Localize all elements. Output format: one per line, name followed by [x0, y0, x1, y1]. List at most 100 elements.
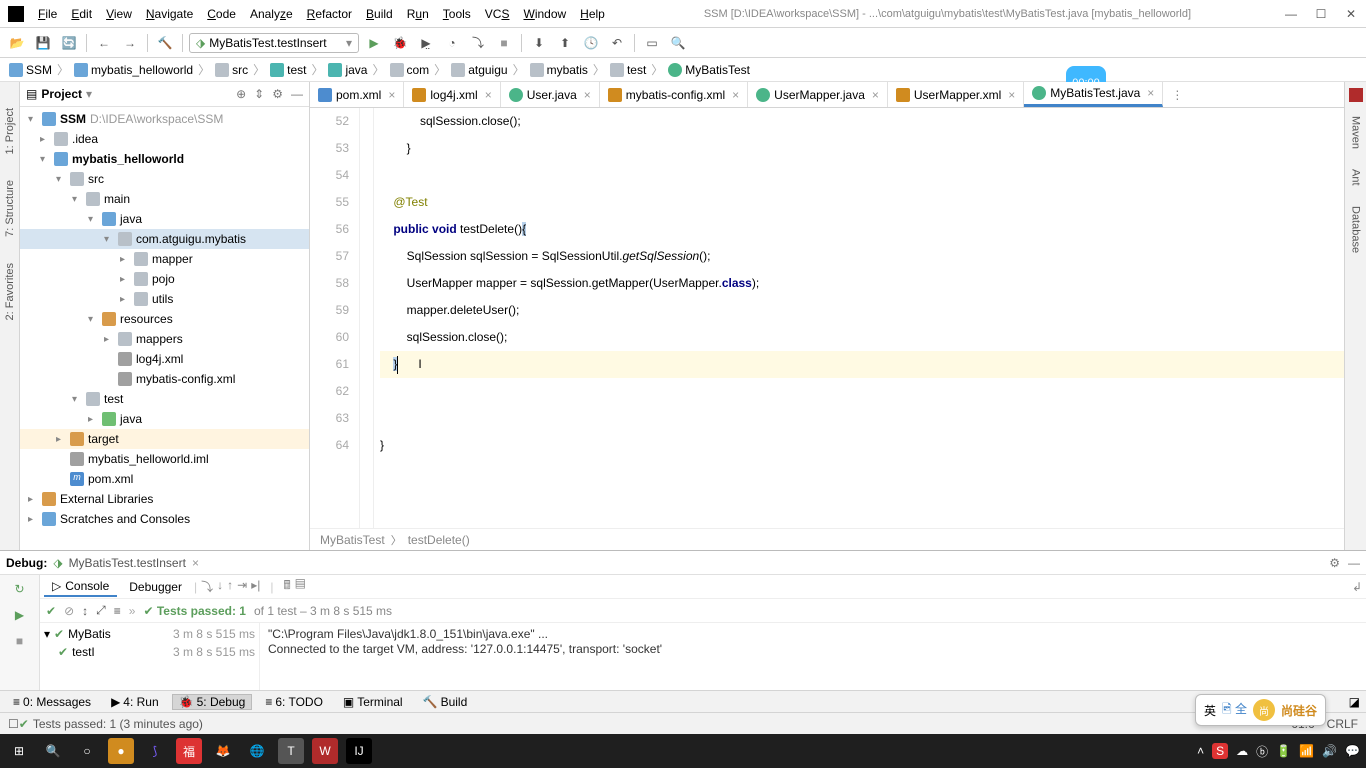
code-editor[interactable]: 52535455565758596061626364 sqlSession.cl…	[310, 108, 1344, 528]
menu-refactor[interactable]: Refactor	[301, 5, 358, 23]
close-icon[interactable]: ×	[485, 88, 492, 102]
tray-wifi-icon[interactable]: 📶	[1299, 744, 1314, 758]
tab-mybatistest[interactable]: MyBatisTest.java×	[1024, 82, 1163, 107]
btab-run[interactable]: ▶ 4: Run	[104, 694, 166, 710]
trace-icon[interactable]: ▤	[295, 576, 306, 597]
tab-mybatis-cfg[interactable]: mybatis-config.xml×	[600, 82, 748, 107]
close-icon[interactable]: ×	[732, 88, 739, 102]
hide-icon[interactable]: —	[291, 87, 303, 101]
tab-pom[interactable]: pom.xml×	[310, 82, 404, 107]
menu-view[interactable]: View	[100, 5, 138, 23]
btab-debug[interactable]: 🐞 5: Debug	[172, 694, 253, 710]
menu-navigate[interactable]: Navigate	[140, 5, 199, 23]
btab-build[interactable]: 🔨 Build	[416, 694, 475, 710]
vcs-commit-icon[interactable]: ⬆	[554, 32, 576, 54]
system-tray[interactable]: ˄ S ☁ ⓑ 🔋 📶 🔊 💬	[1197, 743, 1360, 760]
debug-tab-console[interactable]: ▷ Console	[44, 577, 117, 597]
crumb-test[interactable]: test	[267, 62, 309, 78]
wps-icon[interactable]: W	[312, 738, 338, 764]
menu-run[interactable]: Run	[401, 5, 435, 23]
maximize-button[interactable]: ☐	[1314, 7, 1328, 21]
run-config-select[interactable]: ⬗ MyBatisTest.testInsert ▾	[189, 33, 359, 53]
close-icon[interactable]: ×	[1008, 88, 1015, 102]
collapse-icon[interactable]: ⇕	[254, 87, 264, 101]
crumb-class[interactable]: MyBatisTest	[665, 62, 753, 78]
tray-volume-icon[interactable]: 🔊	[1322, 744, 1337, 758]
vcs-history-icon[interactable]: 🕓	[580, 32, 602, 54]
menu-code[interactable]: Code	[201, 5, 242, 23]
run-icon[interactable]: ▶	[363, 32, 385, 54]
crumb-atguigu[interactable]: atguigu	[448, 62, 510, 78]
resume-icon[interactable]: ▶	[10, 605, 30, 625]
fold-column[interactable]	[360, 108, 374, 528]
tabs-overflow-icon[interactable]: ⋮	[1163, 82, 1191, 107]
attach-icon[interactable]: ⤵	[467, 32, 489, 54]
close-icon[interactable]: ×	[388, 88, 395, 102]
crumb-ssm[interactable]: SSM	[6, 62, 55, 78]
search-icon[interactable]: 🔍	[667, 32, 689, 54]
tray-bt-icon[interactable]: ⓑ	[1256, 743, 1268, 760]
menu-help[interactable]: Help	[574, 5, 611, 23]
settings-icon[interactable]: ⚙	[272, 87, 283, 101]
back-icon[interactable]: ←	[93, 32, 115, 54]
eval-icon[interactable]: 🖩	[283, 576, 290, 597]
tray-cloud-icon[interactable]: ☁	[1236, 744, 1248, 758]
refresh-icon[interactable]: 🔄	[58, 32, 80, 54]
menu-tools[interactable]: Tools	[437, 5, 477, 23]
menu-build[interactable]: Build	[360, 5, 399, 23]
tray-up-icon[interactable]: ˄	[1197, 744, 1204, 758]
close-icon[interactable]: ×	[584, 88, 591, 102]
tab-maven[interactable]: Maven	[1348, 110, 1364, 155]
tab-project[interactable]: 1: Project	[2, 102, 18, 160]
close-icon[interactable]: ×	[872, 88, 879, 102]
app-icon[interactable]: ●	[108, 738, 134, 764]
idea-icon[interactable]: IJ	[346, 738, 372, 764]
test-tree[interactable]: ▾✔MyBatis3 m 8 s 515 ms ✔testI3 m 8 s 51…	[40, 623, 260, 690]
tab-log4j[interactable]: log4j.xml×	[404, 82, 500, 107]
ime-popup[interactable]: 英 🖻 全 尚 尚硅谷	[1195, 694, 1326, 726]
build-icon[interactable]: 🔨	[154, 32, 176, 54]
crumb-test2[interactable]: test	[607, 62, 649, 78]
chrome-icon[interactable]: 🌐	[244, 738, 270, 764]
maven-icon[interactable]	[1349, 88, 1363, 102]
rerun-icon[interactable]: ↻	[10, 579, 30, 599]
run-to-cursor-icon[interactable]: ▸|	[251, 578, 260, 595]
tab-usermapper-xml[interactable]: UserMapper.xml×	[888, 82, 1024, 107]
tab-database[interactable]: Database	[1348, 200, 1364, 259]
tray-battery-icon[interactable]: 🔋	[1276, 744, 1291, 758]
tray-notif-icon[interactable]: 💬	[1345, 744, 1360, 758]
coverage-icon[interactable]: ▶̤	[415, 32, 437, 54]
menu-vcs[interactable]: VCS	[479, 5, 516, 23]
app-icon[interactable]: T	[278, 738, 304, 764]
open-icon[interactable]: 📂	[6, 32, 28, 54]
project-tree[interactable]: ▾SSM D:\IDEA\workspace\SSM ▸.idea ▾mybat…	[20, 107, 309, 550]
event-log-icon[interactable]: ◪	[1349, 695, 1360, 709]
cortana-icon[interactable]: ○	[74, 738, 100, 764]
step-force-icon[interactable]: ⇥	[237, 578, 247, 595]
btab-terminal[interactable]: ▣ Terminal	[336, 694, 410, 710]
debug-icon[interactable]: 🐞	[389, 32, 411, 54]
btab-messages[interactable]: ≡ 0: Messages	[6, 694, 98, 710]
app-icon[interactable]: 福	[176, 738, 202, 764]
expand-icon[interactable]: ⤢	[96, 603, 106, 618]
step-over-icon[interactable]: ⤵	[201, 578, 213, 595]
forward-icon[interactable]: →	[119, 32, 141, 54]
step-out-icon[interactable]: ↑	[227, 578, 233, 595]
tab-user[interactable]: User.java×	[501, 82, 600, 107]
save-icon[interactable]: 💾	[32, 32, 54, 54]
layout-icon[interactable]: ▭	[641, 32, 663, 54]
soft-wrap-icon[interactable]: ↲	[1352, 580, 1362, 594]
code-content[interactable]: sqlSession.close(); } @Test public void …	[374, 108, 1344, 528]
menu-file[interactable]: File	[32, 5, 63, 23]
menu-window[interactable]: Window	[517, 5, 572, 23]
debug-settings-icon[interactable]: ⚙	[1329, 556, 1340, 570]
tray-s-icon[interactable]: S	[1212, 743, 1228, 759]
search-task-icon[interactable]: 🔍	[40, 738, 66, 764]
crumb-com[interactable]: com	[387, 62, 433, 78]
vcs-update-icon[interactable]: ⬇	[528, 32, 550, 54]
crumb-mybatis[interactable]: mybatis	[527, 62, 591, 78]
profile-icon[interactable]: ◔	[441, 32, 463, 54]
btab-todo[interactable]: ≡ 6: TODO	[258, 694, 330, 710]
close-icon[interactable]: ×	[1147, 86, 1154, 100]
vcs-revert-icon[interactable]: ↶	[606, 32, 628, 54]
